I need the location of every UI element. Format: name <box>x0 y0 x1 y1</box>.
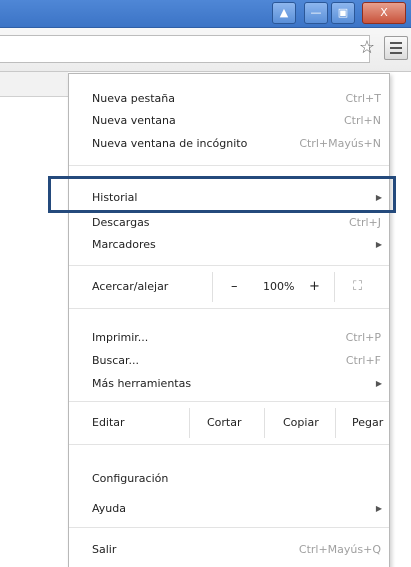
menu-item-shortcut: Ctrl+P <box>345 331 381 344</box>
menu-item-shortcut: Ctrl+T <box>345 92 381 105</box>
minimize-button[interactable]: — <box>304 2 328 24</box>
zoom-in-button[interactable]: + <box>309 266 320 308</box>
menu-item-label: Ayuda <box>92 502 126 515</box>
menu-separator <box>69 165 389 166</box>
menu-item-shortcut: Ctrl+Mayús+N <box>299 137 381 150</box>
edit-row: Editar Cortar Copiar Pegar <box>69 402 389 444</box>
menu-separator <box>69 308 389 309</box>
window-titlebar: ▲ — ▣ X <box>0 0 411 28</box>
address-bar[interactable] <box>0 35 370 63</box>
menu-item-label: Nueva ventana de incógnito <box>92 137 248 150</box>
menu-item-label: Marcadores <box>92 238 156 251</box>
menu-item-print[interactable]: Imprimir... Ctrl+P <box>69 327 389 349</box>
submenu-arrow-icon: ▶ <box>375 504 382 513</box>
menu-item-label: Más herramientas <box>92 377 192 390</box>
submenu-arrow-icon: ▶ <box>375 193 382 202</box>
zoom-divider <box>334 272 335 302</box>
chrome-main-menu: Nueva pestaña Ctrl+T Nueva ventana Ctrl+… <box>68 73 390 567</box>
submenu-arrow-icon: ▶ <box>375 379 382 388</box>
bookmark-star-icon[interactable]: ☆ <box>356 37 378 59</box>
menu-item-exit[interactable]: Salir Ctrl+Mayús+Q <box>69 539 389 561</box>
menu-item-shortcut: Ctrl+N <box>343 114 381 127</box>
menu-item-downloads[interactable]: Descargas Ctrl+J <box>69 212 389 234</box>
menu-item-new-tab[interactable]: Nueva pestaña Ctrl+T <box>69 88 389 110</box>
menu-separator <box>69 527 389 528</box>
menu-item-shortcut: Ctrl+J <box>348 216 381 229</box>
menu-bar-line <box>390 52 402 54</box>
zoom-label: Acercar/alejar <box>92 280 169 293</box>
maximize-button[interactable]: ▣ <box>331 2 355 24</box>
menu-item-label: Nueva pestaña <box>92 92 175 105</box>
cut-button[interactable]: Cortar <box>207 402 242 444</box>
edit-divider <box>189 408 190 438</box>
menu-item-label: Configuración <box>92 472 169 485</box>
edit-label: Editar <box>92 416 125 429</box>
menu-bar-line <box>390 47 402 49</box>
menu-bar-line <box>390 42 402 44</box>
fullscreen-icon[interactable]: ⛶ <box>353 266 362 308</box>
menu-item-shortcut: Ctrl+F <box>345 354 381 367</box>
menu-item-label: Historial <box>92 191 138 204</box>
copy-button[interactable]: Copiar <box>283 402 319 444</box>
browser-toolbar: ☆ <box>0 28 411 72</box>
menu-item-label: Descargas <box>92 216 150 229</box>
zoom-out-button[interactable]: – <box>231 266 238 308</box>
menu-item-label: Salir <box>92 543 117 556</box>
menu-item-shortcut: Ctrl+Mayús+Q <box>298 543 381 556</box>
zoom-level: 100% <box>263 280 295 293</box>
menu-item-help[interactable]: Ayuda ▶ <box>69 498 389 520</box>
menu-item-find[interactable]: Buscar... Ctrl+F <box>69 350 389 372</box>
menu-item-history[interactable]: Historial ▶ <box>69 187 389 209</box>
menu-separator <box>69 444 389 445</box>
zoom-row: Acercar/alejar – 100% + ⛶ <box>69 266 389 308</box>
menu-item-settings[interactable]: Configuración <box>69 468 389 490</box>
profile-icon[interactable]: ▲ <box>272 2 296 24</box>
menu-item-new-window[interactable]: Nueva ventana Ctrl+N <box>69 110 389 132</box>
hamburger-menu-icon[interactable] <box>384 36 408 60</box>
page-content-strip <box>0 72 68 97</box>
menu-item-incognito[interactable]: Nueva ventana de incógnito Ctrl+Mayús+N <box>69 133 389 155</box>
edit-divider <box>335 408 336 438</box>
edit-divider <box>264 408 265 438</box>
menu-item-label: Buscar... <box>92 354 140 367</box>
close-button[interactable]: X <box>362 2 406 24</box>
menu-item-label: Imprimir... <box>92 331 149 344</box>
zoom-divider <box>212 272 213 302</box>
menu-item-more-tools[interactable]: Más herramientas ▶ <box>69 373 389 395</box>
paste-button[interactable]: Pegar <box>352 402 383 444</box>
menu-item-bookmarks[interactable]: Marcadores ▶ <box>69 234 389 256</box>
submenu-arrow-icon: ▶ <box>375 240 382 249</box>
menu-item-label: Nueva ventana <box>92 114 176 127</box>
